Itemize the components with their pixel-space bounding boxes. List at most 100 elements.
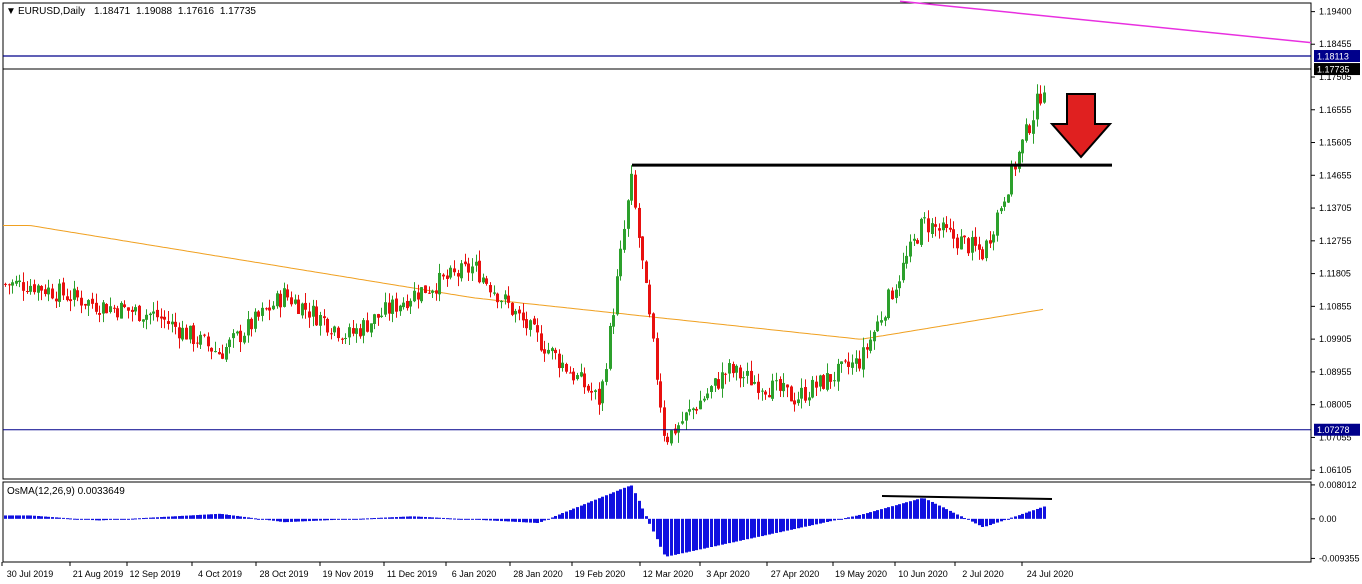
osma-bar	[612, 492, 615, 519]
candle-body	[160, 316, 163, 319]
candle-body	[1007, 194, 1010, 203]
candle-body	[742, 377, 745, 379]
candle-body	[1036, 93, 1039, 120]
osma-bar	[565, 511, 568, 519]
candle-body	[283, 288, 286, 307]
osma-bar	[489, 518, 492, 521]
candle-body	[554, 349, 557, 354]
osma-bar	[706, 518, 709, 548]
candle-body	[449, 267, 452, 278]
osma-bar	[196, 515, 199, 519]
chart-canvas[interactable]: ▼ EURUSD,Daily 1.18471 1.19088 1.17616 1…	[0, 0, 1362, 584]
candle-body	[406, 300, 409, 309]
candle-body	[203, 334, 206, 336]
osma-bar	[858, 514, 861, 519]
candle-body	[243, 335, 246, 343]
osma-bar	[688, 518, 691, 552]
osma-bar	[569, 510, 572, 519]
candle-body	[4, 283, 7, 285]
osma-bar	[113, 518, 116, 520]
candle-body	[561, 362, 564, 369]
candle-body	[181, 327, 184, 340]
osma-bar	[768, 518, 771, 535]
candle-body	[753, 382, 756, 384]
candle-body	[189, 325, 192, 340]
candle-body	[167, 321, 170, 324]
osma-bar	[493, 518, 496, 521]
osma-bar	[294, 518, 297, 522]
candle-body	[565, 363, 568, 372]
candle-body	[703, 398, 706, 401]
price-tick-label: 1.13705	[1319, 203, 1352, 213]
osma-bar	[98, 518, 101, 521]
candle-body	[514, 310, 517, 315]
osma-bar	[609, 493, 612, 519]
osma-bar	[40, 516, 43, 519]
osma-bar	[203, 514, 206, 519]
osma-bar	[514, 518, 517, 522]
osma-tick-label: 0.00	[1319, 514, 1337, 524]
candle-body	[192, 325, 195, 345]
candle-body	[142, 319, 145, 322]
osma-bar	[974, 518, 977, 524]
candle-body	[706, 393, 709, 399]
candle-body	[681, 421, 684, 424]
candle-body	[131, 309, 134, 312]
candle-body	[645, 261, 648, 283]
osma-bar	[51, 517, 54, 519]
osma-bar	[956, 514, 959, 519]
candle-body	[558, 353, 561, 369]
osma-bar	[815, 518, 818, 525]
candle-body	[971, 237, 974, 253]
osma-bar	[543, 518, 546, 521]
osma-bar	[87, 518, 90, 520]
osma-bar	[945, 509, 948, 519]
candle-body	[627, 200, 630, 229]
candle-body	[301, 303, 304, 316]
candle-body	[884, 317, 887, 321]
osma-bar	[247, 517, 250, 519]
osma-bar	[174, 516, 177, 519]
osma-bar	[283, 518, 286, 523]
candle-body	[764, 391, 767, 395]
osma-bar	[916, 499, 919, 519]
candle-body	[435, 290, 438, 294]
candle-body	[750, 370, 753, 386]
candle-body	[1028, 125, 1031, 134]
candle-body	[76, 290, 79, 298]
candle-body	[616, 276, 619, 315]
candle-body	[482, 277, 485, 283]
price-tick-label: 1.14655	[1319, 170, 1352, 180]
osma-bar	[529, 518, 532, 523]
osma-bar	[265, 518, 268, 520]
candle-body	[529, 320, 532, 330]
candle-body	[55, 298, 58, 302]
candle-body	[638, 207, 641, 238]
osma-bar	[659, 518, 662, 547]
osma-bar	[131, 518, 134, 520]
osma-bar	[138, 518, 141, 520]
candle-body	[1000, 208, 1003, 212]
osma-bar	[243, 516, 246, 519]
price-tick-label: 1.12755	[1319, 236, 1352, 246]
osma-bar	[352, 518, 355, 520]
osma-bar	[380, 517, 383, 519]
candle-body	[370, 323, 373, 333]
osma-bar	[449, 518, 452, 520]
osma-bar	[793, 518, 796, 530]
osma-bar	[471, 518, 474, 520]
osma-bar	[123, 518, 126, 520]
osma-bar	[547, 518, 550, 520]
time-axis: 30 Jul 2019 21 Aug 2019 12 Sep 2019 4 Oct 2…	[1, 562, 1073, 579]
time-tick-label: 4 Oct 2019	[198, 569, 242, 579]
osma-bar	[239, 516, 242, 519]
candle-body	[424, 285, 427, 293]
osma-bar	[960, 516, 963, 519]
candle-body	[294, 299, 297, 304]
osma-bar	[931, 501, 934, 519]
candle-body	[73, 288, 76, 300]
candle-body	[768, 395, 771, 398]
osma-bar	[742, 518, 745, 540]
price-tick-label: 1.08955	[1319, 367, 1352, 377]
candle-body	[500, 300, 503, 303]
